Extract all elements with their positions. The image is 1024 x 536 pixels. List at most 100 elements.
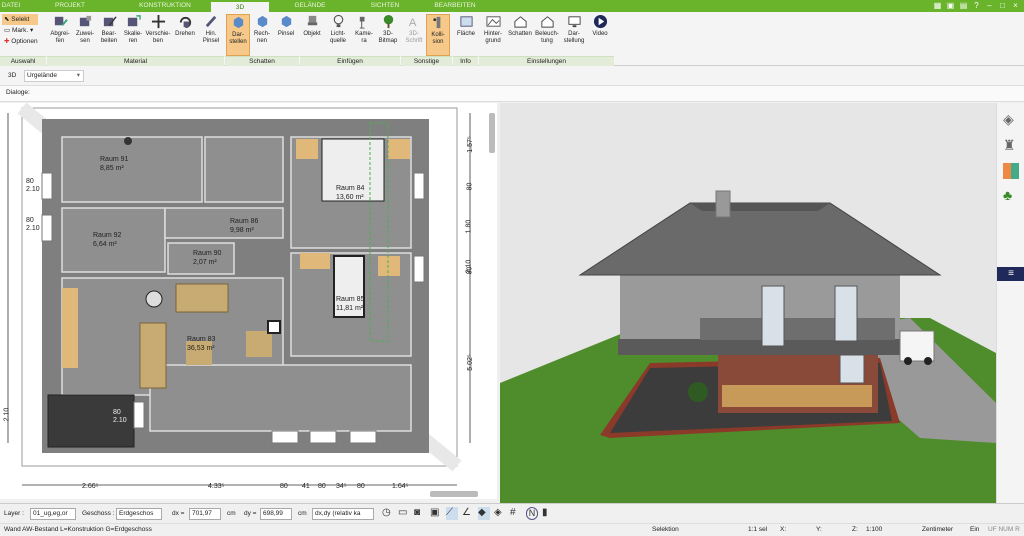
dx-input[interactable]: 701,97 <box>189 508 221 520</box>
group-material: Material <box>47 56 224 66</box>
chair-icon[interactable]: ♜ <box>1003 137 1016 154</box>
tab-sichten[interactable]: SICHTEN <box>355 0 415 12</box>
objekt-button[interactable]: Objekt <box>300 14 324 56</box>
dimension-label: 4.33⁵ <box>208 483 225 490</box>
darstellung-button[interactable]: Dar- stellung <box>561 14 587 56</box>
dimension-label: 2.66⁵ <box>82 483 99 490</box>
menu-icon[interactable]: ≡ <box>997 267 1024 281</box>
abgreifen-button[interactable]: Abgrei- fen <box>48 14 72 56</box>
flaeche-button[interactable]: Fläche <box>454 14 478 56</box>
x-coord: X: <box>780 526 787 533</box>
minimize-icon[interactable]: – <box>985 1 994 10</box>
tab-datei[interactable]: DATEI <box>0 0 22 12</box>
plane-icon[interactable]: ◆ <box>478 507 490 520</box>
house-light-icon <box>540 16 554 28</box>
kollision-button[interactable]: Kolli- sion <box>426 14 450 56</box>
floor-plan-view[interactable]: Raum 91 8,85 m² Raum 92 6,64 m² Raum 86 9,9… <box>0 103 497 499</box>
geschoss-select[interactable]: Erdgeschos <box>116 508 162 520</box>
schatten-pinsel-button[interactable]: Pinsel <box>274 14 298 56</box>
layers-icon[interactable]: ◈ <box>494 507 506 520</box>
tab-projekt[interactable]: PROJEKT <box>40 0 100 12</box>
angle-icon[interactable]: ∠ <box>462 507 474 520</box>
3d-bitmap-button[interactable]: 3D- Bitmap <box>376 14 400 56</box>
close-icon[interactable]: × <box>1011 1 1020 10</box>
mark-button[interactable]: ▭ Mark. ▾ <box>2 25 38 36</box>
selekt-button[interactable]: ⬉ Selekt <box>2 14 38 25</box>
dimension-label: 41 <box>302 483 310 490</box>
group-schatten: Schatten <box>225 56 299 66</box>
clock-icon[interactable]: ◷ <box>382 507 394 520</box>
dimension-label: 2.10 <box>113 417 127 424</box>
layer-label: Layer : <box>4 510 24 517</box>
relative-mode-select[interactable]: dx,dy (relativ ka <box>312 508 374 520</box>
darstellen-button[interactable]: Dar- stellen <box>226 14 250 56</box>
horizontal-scrollbar[interactable] <box>430 491 478 497</box>
grid-icon[interactable]: ▦ <box>933 1 942 10</box>
snap-icon[interactable]: ▣ <box>430 507 442 520</box>
ein-text: Ein <box>970 526 980 533</box>
3d-schrift-button[interactable]: A 3D- Schrift <box>402 14 426 56</box>
tab-gelaende[interactable]: GELÄNDE <box>280 0 340 12</box>
schatten-einst-button[interactable]: Schatten <box>506 14 534 56</box>
geschoss-label: Geschoss : <box>82 510 115 517</box>
group-info: Info <box>453 56 478 66</box>
grid-icon[interactable]: # <box>510 507 522 520</box>
help-icon[interactable]: ? <box>972 1 981 10</box>
layers-icon[interactable]: ◈ <box>1003 111 1014 128</box>
rechnen-button[interactable]: Rech- nen <box>250 14 274 56</box>
maximize-icon[interactable]: □ <box>998 1 1007 10</box>
vertical-scrollbar[interactable] <box>489 113 495 153</box>
skalieren-button[interactable]: Skalie- ren <box>121 14 145 56</box>
dy-input[interactable]: 698,99 <box>260 508 292 520</box>
line-icon[interactable]: ⟋ <box>446 507 458 520</box>
dimension-label: 2.10 <box>3 407 11 422</box>
kamera-button[interactable]: Kame- ra <box>352 14 376 56</box>
area-icon <box>459 16 473 27</box>
layer-select[interactable]: 01_ug,eg,or <box>30 508 76 520</box>
terrain-select[interactable]: Urgelände ▾ <box>24 70 84 82</box>
scale-icon <box>127 15 141 27</box>
camera-icon <box>359 16 364 29</box>
scale-text: 1:100 <box>866 526 883 533</box>
collision-icon <box>432 16 440 29</box>
room-label: Raum 90 2,07 m² <box>193 250 222 266</box>
drehen-button[interactable]: Drehen <box>172 14 198 56</box>
dimension-label: 34⁵ <box>336 483 347 490</box>
edit-material-icon <box>103 16 117 27</box>
play-icon <box>593 14 607 29</box>
tab-konstruktion[interactable]: KONSTRUKTION <box>120 0 210 12</box>
dimension-label: 80 <box>318 483 326 490</box>
save-icon[interactable]: ▣ <box>946 1 955 10</box>
beleuchtung-button[interactable]: Beleuch- tung <box>534 14 560 56</box>
dimension-label: 1.80 <box>465 219 473 234</box>
verschieben-button[interactable]: Verschie- ben <box>145 14 171 56</box>
pipette-icon <box>54 16 68 26</box>
bearbeiten-button[interactable]: Bear- beiten <box>97 14 121 56</box>
group-einstellungen: Einstellungen <box>479 56 614 66</box>
tab-3d[interactable]: 3D <box>211 0 269 12</box>
unit-text: Zentimeter <box>922 526 954 533</box>
compute-cube-icon <box>257 15 267 28</box>
hin-pinsel-button[interactable]: Hin. Pinsel <box>199 14 223 56</box>
view-toolbar: 3D Urgelände ▾ <box>0 66 1024 86</box>
dimension-label: 80 <box>26 178 34 185</box>
group-auswahl: Auswahl <box>0 56 46 66</box>
materials-icon[interactable] <box>1003 163 1019 179</box>
dimension-label: 1.64⁵ <box>392 483 409 490</box>
zuweisen-button[interactable]: Zuwei- sen <box>73 14 97 56</box>
paint-cube-icon <box>281 15 291 28</box>
screen-icon[interactable]: ▭ <box>398 507 410 520</box>
north-icon[interactable]: N <box>526 507 538 520</box>
print-icon[interactable]: ▤ <box>959 1 968 10</box>
camera-icon[interactable]: ◙ <box>414 507 426 520</box>
room-label: Raum 83 36,53 m² <box>187 336 216 352</box>
tab-bearbeiten[interactable]: BEARBEITEN <box>420 0 490 12</box>
3d-view[interactable] <box>500 103 996 503</box>
video-button[interactable]: Video <box>588 14 612 56</box>
hintergrund-button[interactable]: Hinter- grund <box>480 14 506 56</box>
assign-material-icon <box>79 15 91 27</box>
tree-icon[interactable]: ♣ <box>1003 187 1012 203</box>
optionen-button[interactable]: ✚ Optionen <box>2 36 38 47</box>
lichtquelle-button[interactable]: Licht- quelle <box>324 14 352 56</box>
view-mode-label: 3D <box>8 72 17 79</box>
